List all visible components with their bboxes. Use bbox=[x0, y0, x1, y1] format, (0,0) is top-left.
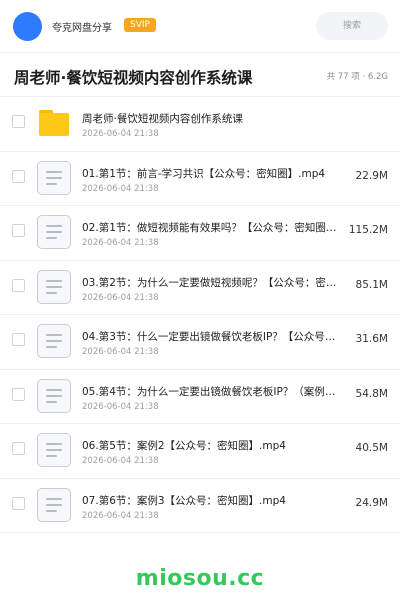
document-icon bbox=[36, 269, 72, 305]
document-icon bbox=[36, 432, 72, 468]
item-summary: 共 77 项 · 6.2G bbox=[326, 72, 388, 82]
select-checkbox[interactable] bbox=[12, 115, 25, 128]
share-name: 夸克网盘分享 bbox=[52, 23, 112, 34]
file-row[interactable]: 01.第1节：前言-学习共识【公众号：密知圈】.mp4 2026-06-04 21… bbox=[0, 152, 400, 206]
folder-icon bbox=[36, 105, 72, 141]
header-bar: 夸克网盘分享 SVIP 搜索 bbox=[0, 0, 400, 52]
select-checkbox[interactable] bbox=[12, 169, 25, 183]
select-checkbox[interactable] bbox=[12, 278, 25, 292]
search-input[interactable]: 搜索 bbox=[316, 12, 388, 40]
item-size: 31.6M bbox=[355, 333, 388, 345]
file-row[interactable]: 02.第1节：做短视频能有效果吗？【公众号：密知圈】.mp4 2026-06-04… bbox=[0, 206, 400, 260]
watermark: miosou.cc bbox=[135, 566, 265, 591]
item-date: 2026-06-04 21:38 bbox=[82, 183, 159, 194]
file-row[interactable]: 07.第6节：案例3【公众号：密知圈】.mp4 2026-06-04 21:38 2… bbox=[0, 479, 400, 533]
item-size: 85.1M bbox=[355, 278, 388, 291]
avatar[interactable] bbox=[13, 12, 42, 41]
item-size: 54.8M bbox=[355, 387, 388, 400]
file-row[interactable]: 03.第2节：为什么一定要做短视频呢？【公众号：密知圈】.mp4 2026-06-… bbox=[0, 261, 400, 315]
item-date: 2026-06-04 21:38 bbox=[82, 456, 159, 466]
item-date: 2026-06-04 21:38 bbox=[82, 238, 159, 248]
folder-title-bar: 周老师·餐饮短视频内容创作系统课 共 77 项 · 6.2G bbox=[0, 52, 400, 96]
item-size: 24.9M bbox=[355, 496, 388, 509]
item-name: 05.第4节：为什么一定要出镜做餐饮老板IP？（案例）【公众号：密知圈】.mp4 bbox=[82, 385, 344, 398]
file-row[interactable]: 05.第4节：为什么一定要出镜做餐饮老板IP？（案例）【公众号：密知圈】.mp4… bbox=[0, 370, 400, 424]
row-divider bbox=[0, 532, 400, 533]
document-icon bbox=[36, 323, 72, 359]
item-size: 40.5M bbox=[355, 442, 388, 454]
document-icon bbox=[36, 487, 72, 523]
select-checkbox[interactable] bbox=[12, 387, 25, 401]
page-title: 周老师·餐饮短视频内容创作系统课 bbox=[14, 69, 253, 87]
file-row[interactable]: 04.第3节：什么一定要出镜做餐饮老板IP？【公众号：密知圈】.mp4 2026-… bbox=[0, 315, 400, 369]
select-checkbox[interactable] bbox=[12, 496, 25, 510]
document-icon bbox=[36, 214, 72, 250]
item-name: 06.第5节：案例2【公众号：密知圈】.mp4 bbox=[82, 440, 286, 452]
item-date: 2026-06-04 21:38 bbox=[82, 292, 159, 303]
file-row[interactable]: 06.第5节：案例2【公众号：密知圈】.mp4 2026-06-04 21:38 4… bbox=[0, 424, 400, 478]
item-name: 周老师·餐饮短视频内容创作系统课 bbox=[82, 113, 243, 125]
document-icon bbox=[36, 160, 72, 196]
item-date: 2026-06-04 21:38 bbox=[82, 401, 159, 412]
folder-row[interactable]: 周老师·餐饮短视频内容创作系统课 2026-06-04 21:38 bbox=[0, 97, 400, 151]
item-name: 04.第3节：什么一定要出镜做餐饮老板IP？【公众号：密知圈】.mp4 bbox=[82, 331, 344, 343]
item-size: 22.9M bbox=[355, 169, 388, 182]
item-name: 02.第1节：做短视频能有效果吗？【公众号：密知圈】.mp4 bbox=[82, 222, 344, 234]
select-checkbox[interactable] bbox=[12, 333, 25, 346]
item-date: 2026-06-04 21:38 bbox=[82, 347, 159, 357]
item-name: 01.第1节：前言-学习共识【公众号：密知圈】.mp4 bbox=[82, 167, 326, 180]
item-size: 115.2M bbox=[348, 224, 388, 236]
item-name: 03.第2节：为什么一定要做短视频呢？【公众号：密知圈】.mp4 bbox=[82, 276, 344, 289]
item-date: 2026-06-04 21:38 bbox=[82, 129, 159, 139]
select-checkbox[interactable] bbox=[12, 224, 25, 237]
item-date: 2026-06-04 21:38 bbox=[82, 510, 159, 521]
svip-badge: SVIP bbox=[124, 18, 156, 32]
select-checkbox[interactable] bbox=[12, 442, 25, 455]
item-name: 07.第6节：案例3【公众号：密知圈】.mp4 bbox=[82, 494, 286, 507]
document-icon bbox=[36, 378, 72, 414]
